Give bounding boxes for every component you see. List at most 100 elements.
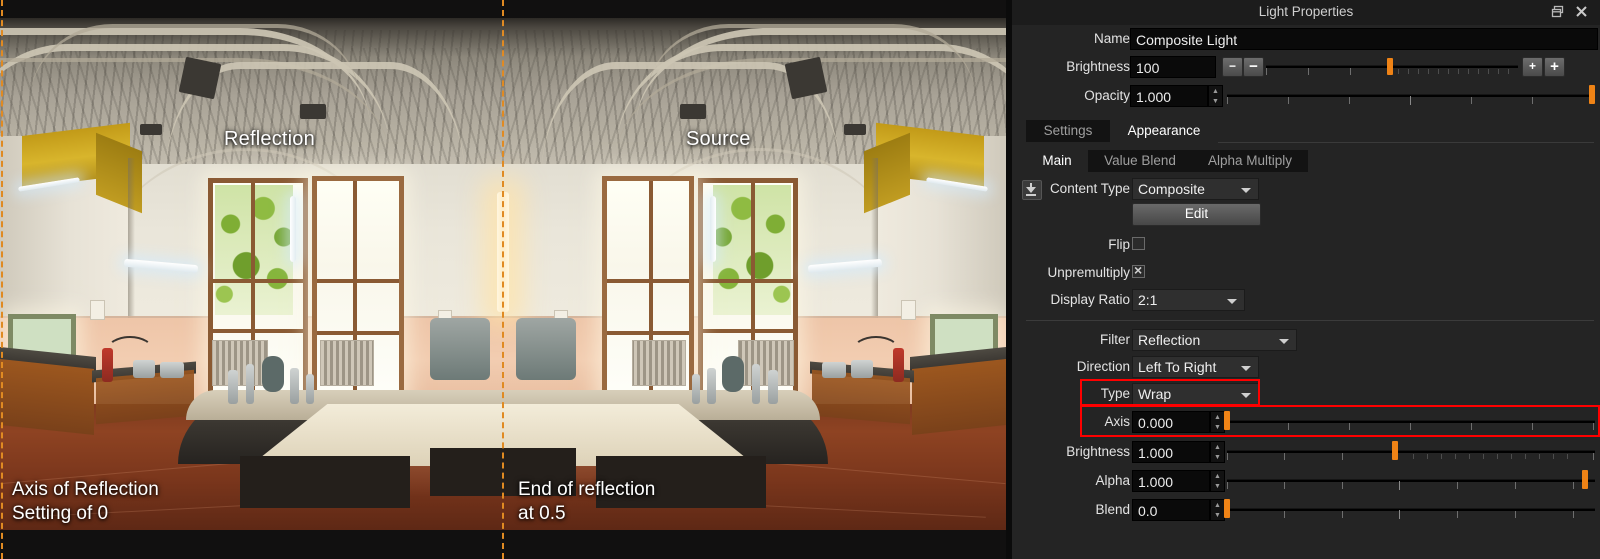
tab-value-blend[interactable]: Value Blend [1088,150,1192,172]
tab-main[interactable]: Main [1026,150,1088,172]
name-row: Name Composite Light [1012,26,1600,53]
alpha-stepper[interactable]: ▲ ▼ [1210,470,1225,492]
filter-brightness-slider-handle[interactable] [1392,441,1398,460]
apparatus-stand [768,370,778,404]
direction-select[interactable]: Left To Right [1132,356,1259,378]
tab-alpha-multiply[interactable]: Alpha Multiply [1192,150,1308,172]
ceiling-beam [178,56,222,100]
slider-rail [1227,479,1595,482]
filter-label: Filter [1100,332,1130,347]
filter-brightness-input[interactable]: 1.000 [1132,441,1210,463]
slider-tick [1284,511,1285,518]
tab-appearance[interactable]: Appearance [1110,120,1218,142]
slider-tick [1227,453,1228,460]
filter-value: Reflection [1138,332,1201,348]
slider-tick [1350,68,1351,75]
type-select[interactable]: Wrap [1132,383,1259,405]
opacity-label: Opacity [1084,88,1130,103]
alpha-slider[interactable] [1227,470,1595,492]
slider-tick [1478,69,1479,74]
flip-checkbox[interactable] [1132,237,1145,250]
stepper-up-icon[interactable]: ▲ [1211,413,1224,423]
close-icon[interactable] [1572,4,1590,22]
brightness-slider-handle[interactable] [1387,58,1393,75]
axis-stepper[interactable]: ▲ ▼ [1210,411,1225,433]
slider-tick [1593,453,1594,460]
chevron-down-icon [1241,188,1251,193]
brightness-slider[interactable] [1266,56,1518,78]
slider-tick [1567,454,1568,459]
apparatus-stand [290,368,299,404]
unpremultiply-checkbox[interactable] [1132,262,1145,278]
stepper-down-icon[interactable]: ▼ [1211,423,1224,433]
opacity-slider-handle[interactable] [1589,85,1595,104]
brightness-decrement-large-button[interactable]: − [1243,57,1264,77]
alpha-label: Alpha [1095,473,1130,488]
blend-slider[interactable] [1224,499,1595,521]
center-cabinet [430,318,490,380]
light-tube-vertical [710,196,716,262]
axis-slider[interactable] [1224,411,1595,433]
filter-brightness-slider[interactable] [1227,441,1595,463]
display-ratio-row: Display Ratio 2:1 [1012,287,1600,314]
type-label: Type [1100,386,1130,401]
slider-tick [1497,454,1498,459]
blend-input[interactable]: 0.0 [1132,499,1210,521]
slider-tick [1483,454,1484,459]
content-type-select[interactable]: Composite [1132,178,1259,200]
panel-titlebar[interactable]: Light Properties [1012,0,1600,25]
display-ratio-select[interactable]: 2:1 [1132,289,1245,311]
image-viewport[interactable]: Reflection Source Axis of Reflection Set… [0,0,1006,559]
stage-base [240,456,410,508]
window-mullion [317,331,399,335]
brightness-decrement-small-button[interactable]: − [1222,57,1243,77]
opacity-input[interactable]: 1.000 [1130,85,1208,107]
slider-tick [1471,423,1472,430]
stepper-down-icon[interactable]: ▼ [1211,482,1224,492]
label-source: Source [686,128,751,150]
filter-brightness-stepper[interactable]: ▲ ▼ [1210,441,1225,463]
flip-row: Flip [1012,232,1600,259]
slider-tick [1515,511,1516,518]
brightness-label: Brightness [1066,59,1130,74]
stepper-down-icon[interactable]: ▼ [1211,453,1224,463]
window-mullion [607,331,689,335]
filter-row: Filter Reflection [1012,327,1600,354]
brightness-increment-large-button[interactable]: + [1544,57,1565,77]
unpremultiply-label: Unpremultiply [1047,265,1130,280]
brightness-increment-small-button[interactable]: + [1522,57,1543,77]
apparatus-stand [692,374,700,404]
flip-label: Flip [1108,237,1130,252]
tab-settings[interactable]: Settings [1026,120,1110,142]
name-input[interactable]: Composite Light [1130,28,1598,50]
display-ratio-label: Display Ratio [1050,292,1130,307]
stepper-down-icon[interactable]: ▼ [1211,511,1224,521]
brightness-input[interactable]: 100 [1130,56,1216,78]
type-value: Wrap [1138,386,1172,402]
slider-tick [1488,69,1489,74]
stepper-up-icon[interactable]: ▲ [1211,472,1224,482]
axis-input[interactable]: 0.000 [1132,411,1210,433]
stepper-up-icon[interactable]: ▲ [1211,443,1224,453]
edit-button[interactable]: Edit [1132,203,1261,226]
opacity-row: Opacity 1.000 ▲ ▼ [1012,83,1600,110]
filter-select[interactable]: Reflection [1132,329,1297,351]
slider-tick [1418,69,1419,74]
stepper-up-icon[interactable]: ▲ [1211,501,1224,511]
slider-tick [1349,97,1350,104]
opacity-stepper[interactable]: ▲ ▼ [1208,85,1223,107]
direction-value: Left To Right [1138,359,1217,375]
slider-tick [1498,69,1499,74]
restore-window-icon[interactable] [1548,4,1566,22]
blend-stepper[interactable]: ▲ ▼ [1210,499,1225,521]
blend-slider-handle[interactable] [1224,499,1230,518]
stepper-up-icon[interactable]: ▲ [1209,87,1222,97]
scene-render-mirror [503,18,1006,530]
stepper-down-icon[interactable]: ▼ [1209,97,1222,107]
slider-tick [1342,482,1343,489]
slider-tick [1508,69,1509,74]
alpha-slider-handle[interactable] [1582,470,1588,489]
opacity-slider[interactable] [1227,85,1595,107]
axis-slider-handle[interactable] [1224,411,1230,430]
alpha-input[interactable]: 1.000 [1132,470,1210,492]
